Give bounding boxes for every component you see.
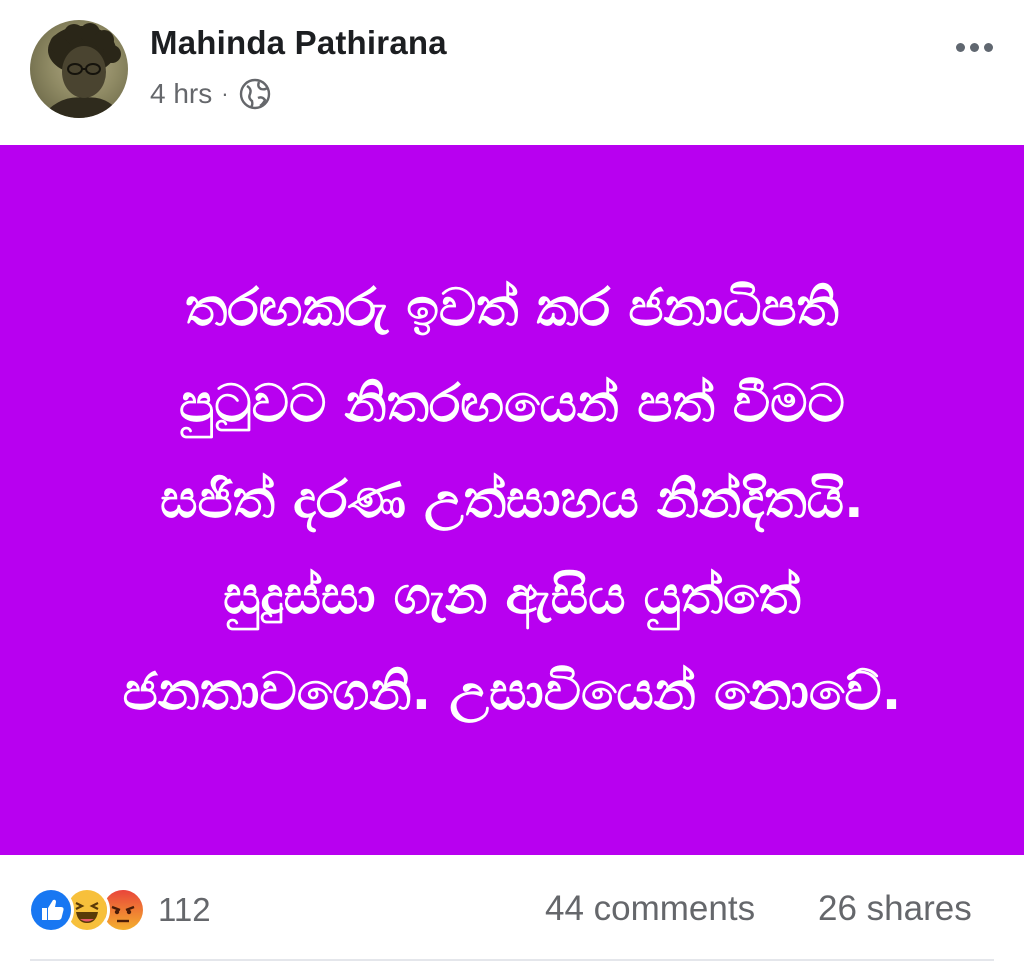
post-footer: 112 44 comments 26 shares <box>0 855 1024 965</box>
post-text-line: ජනතාවගෙනි. උසාවියෙන් නොවේ. <box>122 662 902 722</box>
post-text-line: පුටුවට නිතරඟයෙන් පත් වීමට <box>179 374 845 434</box>
comments-count-link[interactable]: 44 comments <box>545 889 755 929</box>
footer-divider <box>30 959 994 961</box>
post-text-line: තරඟකරු ඉවත් කර ජනාධිපති <box>185 278 839 338</box>
globe-icon[interactable] <box>238 77 272 111</box>
post-timestamp[interactable]: 4 hrs <box>150 78 212 110</box>
reactions-summary[interactable]: 112 <box>28 887 211 933</box>
post-text: තරඟකරු ඉවත් කර ජනාධිපති පුටුවට නිතරඟයෙන්… <box>32 260 992 740</box>
more-options-button[interactable] <box>948 30 1000 64</box>
like-icon <box>28 887 74 933</box>
more-options-icon-dot <box>969 42 979 52</box>
post-meta: 4 hrs · <box>150 76 272 112</box>
author-name[interactable]: Mahinda Pathirana <box>150 24 447 62</box>
avatar[interactable] <box>30 20 128 118</box>
post-text-line: සුදුස්සා ගැන ඇසිය යුත්තේ <box>223 566 801 626</box>
post-background-banner: තරඟකරු ඉවත් කර ජනාධිපති පුටුවට නිතරඟයෙන්… <box>0 145 1024 855</box>
more-options-icon-dot <box>955 42 965 52</box>
more-options-icon-dot <box>983 42 993 52</box>
post-text-line: සජිත් දරණ උත්සාහය නින්දිතයි. <box>160 470 864 530</box>
facebook-post: Mahinda Pathirana 4 hrs · තරඟකරු ඉවත් කර… <box>0 0 1024 965</box>
avatar-image <box>40 23 124 118</box>
meta-separator: · <box>221 81 229 106</box>
reaction-count[interactable]: 112 <box>158 891 211 929</box>
shares-count-link[interactable]: 26 shares <box>818 889 972 929</box>
post-header: Mahinda Pathirana 4 hrs · <box>0 0 1024 145</box>
